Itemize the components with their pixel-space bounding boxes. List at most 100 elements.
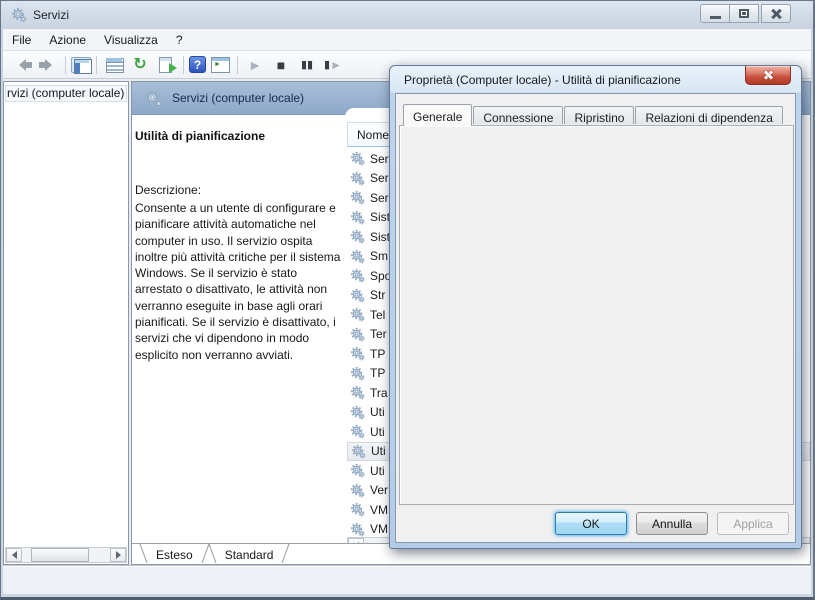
window-controls (700, 4, 791, 23)
service-name-text: Sm (370, 249, 388, 264)
restart-service-icon[interactable] (321, 54, 345, 76)
service-name-text: Ser (370, 190, 389, 205)
menu-visualizza[interactable]: Visualizza (95, 29, 167, 51)
dialog-tab-bar: Generale Connessione Ripristino Relazioni d… (403, 104, 784, 126)
service-gear-icon (350, 308, 365, 322)
close-button[interactable] (761, 4, 791, 23)
tree-item-services[interactable]: rvizi (computer locale) (5, 85, 127, 102)
service-gear-icon (350, 288, 365, 303)
description-label: Descrizione: (135, 183, 202, 197)
scroll-left-icon[interactable] (6, 548, 22, 562)
service-name-text: Sist (370, 229, 391, 244)
back-icon[interactable] (10, 54, 34, 76)
toolbar-separator (65, 55, 66, 74)
selected-service-title: Utilità di pianificazione (135, 129, 266, 143)
window-title: Servizi (33, 8, 70, 22)
service-gear-icon (350, 522, 365, 537)
service-name-text: Ser (370, 171, 389, 186)
menu-bar: File Azione Visualizza? (3, 29, 811, 51)
dialog-footer-buttons: OK Annulla Applica (555, 512, 789, 535)
view-tab-esteso[interactable]: Esteso (140, 544, 209, 564)
service-name-text: Ter (370, 327, 387, 342)
service-gear-icon (350, 366, 365, 381)
service-name-text: VM (370, 502, 388, 517)
status-bar (3, 565, 811, 594)
service-gear-icon (350, 171, 365, 186)
pause-service-icon[interactable] (295, 54, 319, 76)
service-name-text: Sist (370, 210, 391, 225)
view-tab-standard[interactable]: Standard (209, 544, 290, 564)
dialog-title[interactable]: Proprietà (Computer locale) - Utilità di… (404, 73, 681, 87)
service-gear-icon (350, 386, 365, 400)
menu-help[interactable]: ? (167, 29, 192, 51)
service-gear-icon (350, 230, 365, 244)
service-name-text: Uti (370, 405, 385, 420)
service-gear-icon (350, 249, 365, 264)
tab-generale[interactable]: Generale (403, 104, 473, 126)
toolbar-separator (237, 55, 238, 74)
service-gear-icon (350, 269, 365, 283)
service-name-text: Uti (371, 444, 386, 459)
service-gear-icon (350, 191, 365, 205)
general-tab-page (399, 125, 794, 505)
toolbar-separator (183, 55, 184, 74)
ok-button[interactable]: OK (555, 512, 627, 535)
service-gear-icon (351, 444, 366, 459)
export-list-icon[interactable] (154, 54, 178, 76)
service-gear-icon (350, 405, 365, 420)
scrollbar-thumb[interactable] (31, 548, 89, 562)
services-gear-icon (144, 89, 163, 113)
service-gear-icon (350, 210, 365, 225)
window-titlebar[interactable]: Servizi (1, 1, 813, 29)
service-gear-icon (350, 503, 365, 517)
start-service-icon[interactable] (243, 54, 267, 76)
stop-service-icon[interactable] (269, 54, 293, 76)
dialog-close-button[interactable] (745, 66, 791, 85)
service-gear-icon (350, 152, 365, 166)
service-gear-icon (350, 425, 365, 439)
maximize-button[interactable] (729, 4, 759, 23)
service-name-text: Tra (370, 385, 388, 400)
menu-file[interactable]: File (3, 29, 40, 51)
service-name-text: Str (370, 288, 386, 303)
service-gear-icon (11, 7, 27, 23)
tab-relazioni-di-dipendenza[interactable]: Relazioni di dipendenza (635, 106, 783, 125)
minimize-icon (709, 16, 721, 19)
service-name-text: Uti (370, 424, 385, 439)
service-name-text: Tel (370, 307, 386, 322)
service-name-text: TP (370, 346, 386, 361)
service-gear-icon (350, 464, 365, 478)
show-action-pane-icon[interactable] (208, 54, 232, 76)
services-header-title: Servizi (computer locale) (172, 91, 305, 105)
tab-connessione[interactable]: Connessione (473, 106, 564, 125)
scrollbar-track[interactable] (22, 548, 110, 562)
scroll-right-icon[interactable] (110, 548, 126, 562)
tree-horizontal-scrollbar[interactable] (5, 547, 127, 563)
services-app-icon (11, 7, 27, 28)
help-icon[interactable] (189, 56, 206, 73)
toolbar-separator (96, 55, 97, 74)
services-window: Servizi FileAzioneVisualizza? rvizi (com… (0, 0, 815, 600)
properties-dialog: Proprietà (Computer locale) - Utilità di… (389, 65, 802, 549)
close-icon (763, 70, 773, 80)
menu-azione[interactable]: Azione (40, 29, 95, 51)
service-name-text: VM (370, 522, 388, 537)
annulla-button[interactable]: Annulla (636, 512, 708, 535)
properties-icon[interactable] (102, 54, 126, 76)
service-gear-icon (350, 483, 365, 498)
refresh-icon[interactable] (128, 54, 152, 76)
tab-ripristino[interactable]: Ripristino (564, 106, 635, 125)
show-console-tree-icon[interactable] (71, 56, 92, 74)
console-tree-panel: rvizi (computer locale) (3, 81, 129, 565)
service-gear-icon (145, 90, 163, 108)
forward-icon[interactable] (36, 54, 60, 76)
service-name-text: Ver (370, 483, 389, 498)
service-name-text: TP (370, 366, 386, 381)
service-gear-icon (350, 347, 365, 361)
service-gear-icon (350, 327, 365, 342)
minimize-button[interactable] (700, 4, 730, 23)
service-name-text: Ser (370, 151, 389, 166)
applica-button[interactable]: Applica (717, 512, 789, 535)
close-icon (770, 8, 782, 20)
service-description-text: Consente a un utente di configurare e pi… (135, 201, 341, 362)
